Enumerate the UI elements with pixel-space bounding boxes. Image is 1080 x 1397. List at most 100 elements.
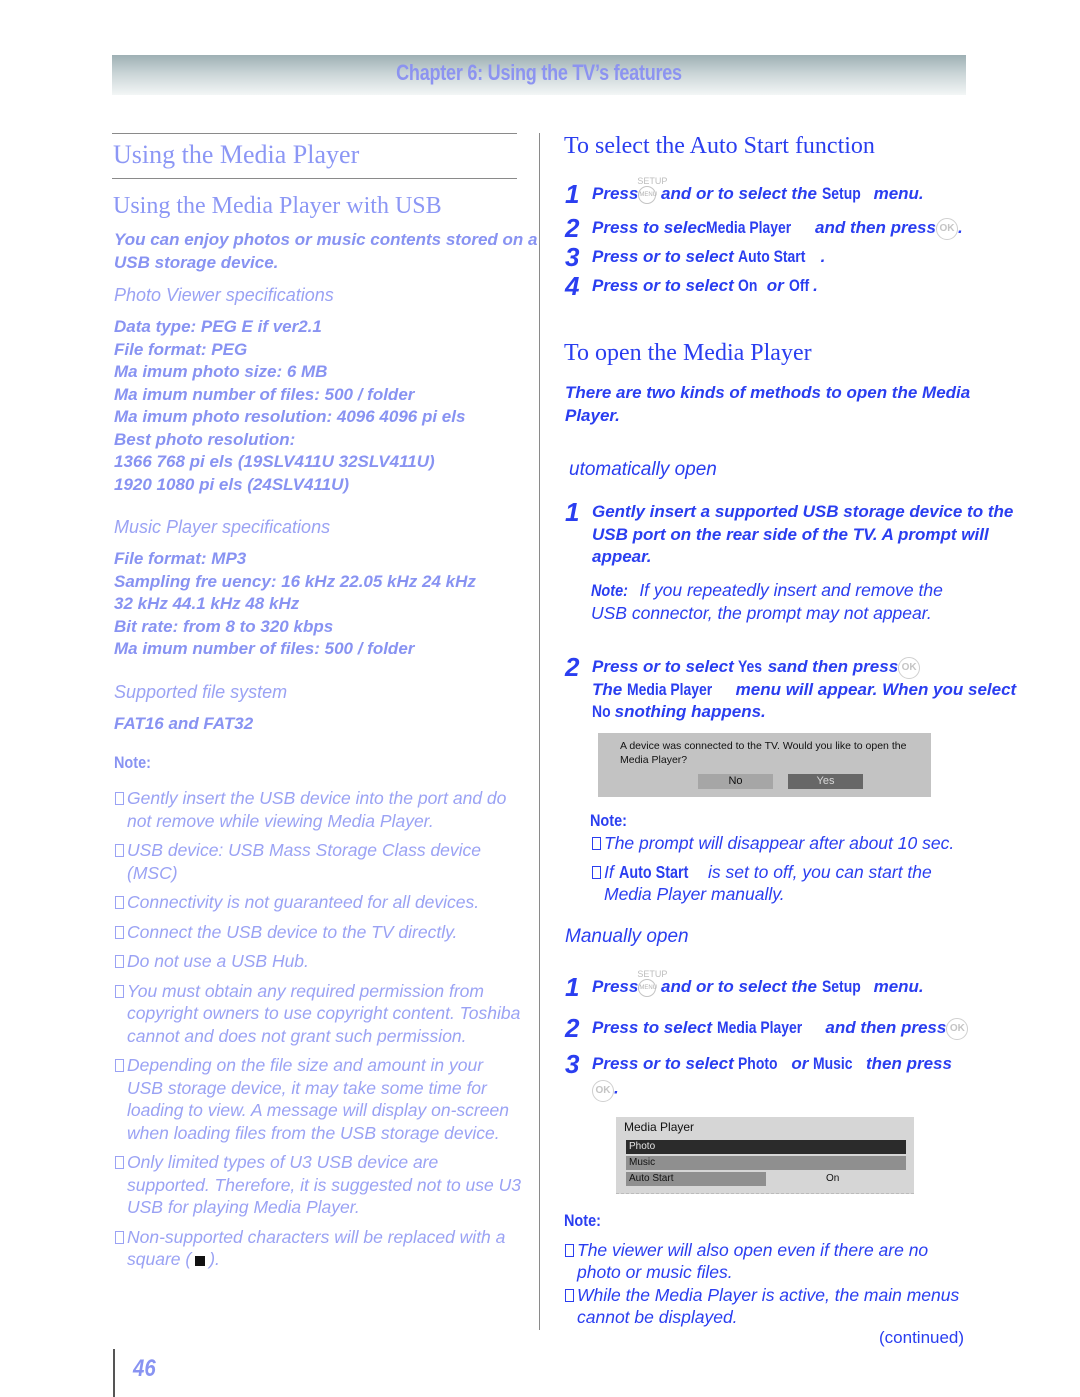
intro-line: You can enjoy photos or music contents s… [114, 230, 538, 249]
prompt-yes-button[interactable]: Yes [788, 774, 863, 789]
menu-item-auto-start[interactable]: Auto Start [626, 1172, 766, 1186]
option-on: On [738, 276, 758, 295]
ok-button-icon: OK [898, 656, 921, 679]
step-text: Press or to select [592, 657, 739, 676]
note-label: Note: [564, 1211, 601, 1230]
column-divider [539, 133, 540, 1330]
autostart-step-2: 2 Press to selecMedia Player and then pr… [565, 213, 963, 243]
setup-menu-button-icon: SETUP MENU [637, 176, 667, 204]
photo-spec-list: Data type: PEG E if ver2.1 File format: … [114, 316, 534, 496]
title-rule-bottom [112, 178, 517, 179]
step-text: menu will appear. When you select [730, 679, 1017, 699]
note-text: The prompt will disappear after about 10… [604, 833, 955, 853]
note-text: The viewer will also open even if there … [577, 1240, 929, 1282]
note2-label-wrap: Note: [590, 811, 633, 831]
option-no: No [592, 702, 611, 722]
step-text: Press [592, 977, 639, 996]
prompt-message: A device was connected to the TV. Would … [620, 740, 907, 766]
step-text: . [820, 247, 826, 266]
note-item: Gently insert the USB device into the po… [113, 787, 523, 832]
step-text: The [592, 679, 627, 699]
step-text: Gently insert a supported USB storage de… [592, 502, 1014, 566]
step-number: 2 [565, 213, 580, 243]
note-text: You must obtain any required permission … [127, 980, 521, 1046]
step-text: Press to select [592, 1018, 717, 1037]
note-item: If Auto Start is set to off, you can sta… [590, 861, 970, 905]
music-spec-list: File format: MP3 Sampling fre uency: 16 … [114, 548, 534, 661]
note-text: If you repeatedly insert and remove the … [591, 580, 943, 623]
bullet-icon [115, 792, 124, 805]
prompt-no-button[interactable]: No [698, 774, 773, 789]
bullet-icon [565, 1289, 574, 1302]
spec-item: 1366 768 pi els (19SLV411U 32SLV411U) [114, 452, 435, 471]
music-spec-heading: Music Player specifications [114, 517, 331, 537]
option-off: Off [788, 276, 809, 295]
note-text: Depending on the file size and amount in… [127, 1055, 509, 1143]
step-number: 2 [565, 1013, 580, 1043]
step-text: and or to select the [656, 977, 822, 996]
spec-item: Ma imum photo size: 6 MB [114, 362, 328, 381]
step-text: then press [861, 1054, 952, 1073]
note-text: If [604, 862, 619, 882]
menu-name: Setup [821, 977, 861, 996]
section-title: Using the Media Player with USB [113, 193, 442, 219]
autostart-title: To select the Auto Start function [564, 133, 875, 159]
spec-item: Ma imum number of files: 500 / folder [114, 639, 415, 658]
bullet-icon [115, 844, 124, 857]
filesystem-heading: Supported file system [114, 682, 288, 702]
spec-item: 1920 1080 pi els (24SLV411U) [114, 474, 350, 494]
bullet-icon [115, 984, 124, 998]
spec-item: Data type: PEG E if ver2.1 [114, 317, 322, 336]
open-intro: There are two kinds of methods to open t… [565, 383, 971, 425]
step-text: . [813, 276, 818, 295]
note-text: Connectivity is not guaranteed for all d… [127, 892, 480, 912]
auto-open-step-1: 1 Gently insert a supported USB storage … [565, 499, 1035, 569]
step-number: 2 [565, 652, 580, 682]
manual-step-2: 2 Press to select Media Player and then … [565, 1013, 1035, 1043]
menu-item-photo[interactable]: Photo [626, 1140, 906, 1154]
note-item: Only limited types of U3 USB device are … [113, 1151, 523, 1219]
menu-item-music[interactable]: Music [626, 1156, 906, 1170]
step-number: 1 [565, 179, 580, 209]
step-number: 3 [565, 1049, 580, 1079]
page-number-bar [113, 1349, 115, 1397]
manual-open-heading: Manually open [565, 926, 689, 947]
spec-item: 32 kHz 44.1 kHz 48 kHz [114, 594, 300, 613]
note-item: Depending on the file size and amount in… [113, 1054, 523, 1144]
note-label: Note: [590, 811, 627, 830]
black-square-icon [195, 1256, 206, 1266]
note-text: Do not use a USB Hub. [127, 951, 309, 971]
step-text: and then press [820, 1018, 947, 1037]
note-text: USB device: USB Mass Storage Class devic… [127, 840, 482, 883]
note-item: USB device: USB Mass Storage Class devic… [113, 839, 523, 884]
note-text: ). [209, 1249, 220, 1269]
menu-name: Auto Start [738, 247, 806, 266]
step-text: Press or to select [592, 1054, 739, 1073]
intro-text: You can enjoy photos or music contents s… [114, 229, 594, 274]
bullet-icon [115, 896, 124, 909]
bullet-icon [115, 955, 124, 968]
note-label: Note: [591, 581, 628, 600]
note-text: Only limited types of U3 USB device are … [127, 1152, 521, 1217]
bullet-icon [592, 866, 601, 879]
open-title: To open the Media Player [564, 340, 812, 366]
step-text: menu. [868, 184, 924, 203]
step-text: Press to selec [592, 218, 707, 237]
note-item: The prompt will disappear after about 10… [590, 832, 970, 854]
manual-step-1: 1 Press SETUP MENU and or to select the Se… [565, 969, 1035, 1002]
note-item: Non-supported characters will be replace… [113, 1226, 523, 1271]
spec-item: Ma imum photo resolution: 4096 4096 pi e… [114, 407, 466, 426]
chapter-title: Chapter 6: Using the TV’s features [396, 60, 682, 85]
title-rule-top [112, 133, 517, 134]
note-text: While the Media Player is active, the ma… [577, 1285, 960, 1327]
bullet-icon [115, 1059, 124, 1072]
step-number: 4 [565, 271, 580, 301]
step-number: 1 [565, 972, 580, 1002]
bullet-icon [115, 925, 124, 939]
note-text: Gently insert the USB device into the po… [127, 788, 507, 831]
note-text: Non-supported characters will be replace… [127, 1226, 506, 1270]
menu-name: Media Player [716, 1018, 802, 1037]
step-text: and or to select the [656, 184, 822, 203]
option-music: Music [813, 1054, 853, 1073]
note-item: The viewer will also open even if there … [563, 1239, 963, 1283]
